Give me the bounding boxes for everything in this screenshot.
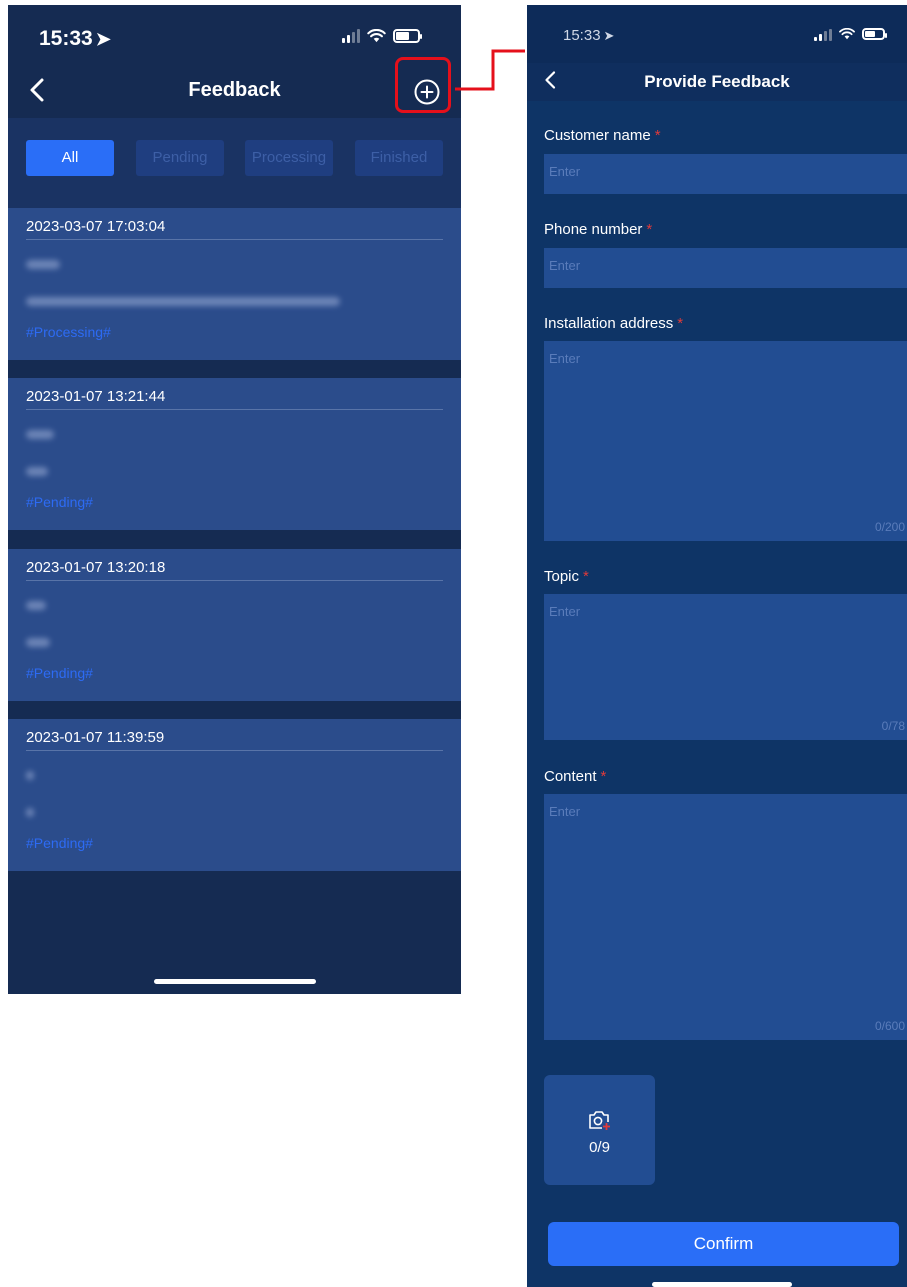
blurred-title <box>26 260 60 269</box>
feedback-datetime: 2023-01-07 11:39:59 <box>26 729 165 746</box>
customer-name-field[interactable]: Enter <box>544 154 907 194</box>
filter-tabs: All Pending Processing Finished <box>8 118 461 208</box>
tab-all[interactable]: All <box>26 140 114 176</box>
wifi-icon <box>839 28 855 40</box>
status-time: 15:33 ➤ <box>39 27 111 51</box>
topic-label: Topic * <box>544 568 589 585</box>
installation-address-placeholder: Enter <box>549 351 581 366</box>
tab-processing[interactable]: Processing <box>245 140 333 176</box>
content-counter: 0/600 <box>874 1019 905 1033</box>
divider <box>26 750 443 751</box>
signal-icon <box>814 27 832 41</box>
status-bar: 15:33 ➤ <box>527 5 907 65</box>
photo-upload-button[interactable]: 0/9 <box>544 1075 655 1185</box>
nav-bar: Provide Feedback <box>527 63 907 101</box>
provide-feedback-screen: 15:33 ➤ Provide Feedback Customer name * E… <box>527 5 907 1287</box>
status-time-text: 15:33 <box>563 27 601 44</box>
wifi-icon <box>367 29 386 43</box>
blurred-title <box>26 430 54 439</box>
customer-name-label: Customer name * <box>544 127 661 144</box>
tab-pending[interactable]: Pending <box>136 140 224 176</box>
status-time-text: 15:33 <box>39 27 93 50</box>
feedback-card[interactable]: 2023-01-07 11:39:59 #Pending# <box>8 719 461 871</box>
required-mark: * <box>600 768 607 785</box>
status-time: 15:33 ➤ <box>563 27 614 44</box>
phone-number-label-text: Phone number <box>544 221 643 238</box>
topic-placeholder: Enter <box>549 604 581 619</box>
status-bar: 15:33 ➤ <box>8 5 461 65</box>
battery-icon <box>393 29 422 43</box>
status-badge: #Pending# <box>26 665 93 681</box>
required-mark: * <box>654 127 661 144</box>
tab-finished[interactable]: Finished <box>355 140 443 176</box>
customer-name-placeholder: Enter <box>549 164 581 179</box>
battery-icon <box>862 28 887 40</box>
installation-address-counter: 0/200 <box>874 520 905 534</box>
home-indicator[interactable] <box>652 1282 792 1287</box>
feedback-form: Customer name * Enter Phone number * Enter… <box>527 101 907 1287</box>
phone-number-placeholder: Enter <box>549 258 581 273</box>
content-field[interactable]: Enter 0/600 <box>544 794 907 1040</box>
divider <box>26 580 443 581</box>
blurred-title <box>26 771 34 780</box>
topic-field[interactable]: Enter 0/78 <box>544 594 907 740</box>
feedback-card[interactable]: 2023-01-07 13:20:18 #Pending# <box>8 549 461 701</box>
blurred-body <box>26 638 50 647</box>
photo-counter: 0/9 <box>589 1139 610 1156</box>
confirm-button[interactable]: Confirm <box>548 1222 899 1266</box>
status-badge: #Processing# <box>26 324 111 340</box>
blurred-body <box>26 808 34 817</box>
divider <box>26 239 443 240</box>
camera-add-icon <box>589 1111 611 1131</box>
location-arrow-icon: ➤ <box>95 29 111 49</box>
content-placeholder: Enter <box>549 804 581 819</box>
topic-counter: 0/78 <box>881 719 905 733</box>
feedback-list-screen: 15:33➤ Feedback All Pending Processing <box>8 5 461 994</box>
add-button-highlight <box>395 57 451 113</box>
page-title: Feedback <box>188 79 281 101</box>
phone-number-label: Phone number * <box>544 221 652 238</box>
feedback-datetime: 2023-03-07 17:03:04 <box>26 218 166 235</box>
installation-address-label: Installation address * <box>544 315 683 332</box>
home-indicator[interactable] <box>154 979 316 984</box>
installation-address-label-text: Installation address <box>544 315 674 332</box>
blurred-body <box>26 467 48 476</box>
connector-line <box>455 49 525 91</box>
status-icons <box>342 29 422 43</box>
content-label: Content * <box>544 768 606 785</box>
feedback-card[interactable]: 2023-01-07 13:21:44 #Pending# <box>8 378 461 530</box>
location-arrow-icon: ➤ <box>603 28 615 43</box>
page-title: Provide Feedback <box>644 72 790 91</box>
installation-address-field[interactable]: Enter 0/200 <box>544 341 907 541</box>
status-icons <box>814 27 887 41</box>
required-mark: * <box>677 315 684 332</box>
status-badge: #Pending# <box>26 835 93 851</box>
nav-bar: Feedback <box>8 65 461 115</box>
feedback-datetime: 2023-01-07 13:20:18 <box>26 559 166 576</box>
required-mark: * <box>646 221 653 238</box>
content-label-text: Content <box>544 768 597 785</box>
topic-label-text: Topic <box>544 568 580 585</box>
phone-number-field[interactable]: Enter <box>544 248 907 288</box>
signal-icon <box>342 29 360 43</box>
blurred-title <box>26 601 46 610</box>
feedback-datetime: 2023-01-07 13:21:44 <box>26 388 166 405</box>
status-badge: #Pending# <box>26 494 93 510</box>
divider <box>26 409 443 410</box>
required-mark: * <box>583 568 589 585</box>
blurred-body <box>26 297 340 306</box>
customer-name-label-text: Customer name <box>544 127 651 144</box>
feedback-card[interactable]: 2023-03-07 17:03:04 #Processing# <box>8 208 461 360</box>
